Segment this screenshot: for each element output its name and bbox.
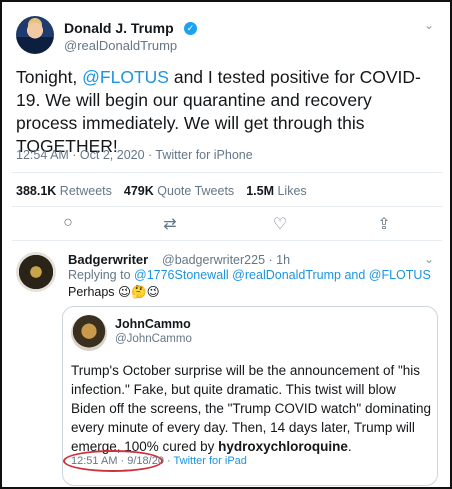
retweets-label[interactable]: Retweets — [60, 184, 112, 198]
quoted-author-handle[interactable]: @JohnCammo — [115, 333, 192, 345]
screenshot-frame: Donald J. Trump ✓ @realDonaldTrump ⌄ Ton… — [0, 0, 452, 489]
likes-label[interactable]: Likes — [277, 184, 306, 198]
like-icon[interactable]: ♡ — [270, 214, 290, 234]
mention-link[interactable]: @FLOTUS — [82, 67, 169, 87]
author-handle[interactable]: @realDonaldTrump — [64, 38, 177, 53]
tweet-actions: ○ ⇄ ♡ ⇪ — [12, 214, 442, 238]
quoted-time[interactable]: 12:51 AM · 9/18/20 · — [71, 455, 174, 467]
verified-badge-icon: ✓ — [184, 22, 197, 35]
tweet-text: Tonight, @FLOTUS and I tested positive f… — [16, 66, 436, 158]
reply-author-avatar[interactable] — [16, 252, 56, 292]
divider — [12, 172, 442, 173]
tweet-stats: 388.1K Retweets 479K Quote Tweets 1.5M Lik… — [16, 184, 307, 198]
tweet-text-part: Tonight, — [16, 67, 83, 87]
reply-tweet: Badgerwriter @badgerwriter225 · 1h ⌄ Rep… — [12, 244, 442, 487]
quoted-tweet-text: Trump's October surprise will be the ann… — [71, 361, 433, 456]
tweet-menu-chevron-down-icon[interactable]: ⌄ — [424, 18, 434, 32]
reply-author-name[interactable]: Badgerwriter — [68, 252, 148, 267]
replying-to: Replying to @1776Stonewall @realDonaldTr… — [68, 268, 431, 282]
quote-tweets-count[interactable]: 479K — [124, 184, 154, 198]
quoted-source[interactable]: Twitter for iPad — [174, 455, 247, 467]
divider — [12, 240, 442, 241]
quoted-author-name[interactable]: JohnCammo — [115, 317, 191, 331]
quoted-author-avatar[interactable] — [71, 315, 107, 351]
replying-to-mentions[interactable]: @1776Stonewall @realDonaldTrump and @FLO… — [134, 268, 431, 282]
author-avatar[interactable] — [16, 16, 54, 54]
reply-text: Perhaps 😉🤔😉 — [68, 285, 160, 299]
reply-menu-chevron-down-icon[interactable]: ⌄ — [424, 252, 434, 266]
replying-to-label: Replying to — [68, 268, 135, 282]
share-icon[interactable]: ⇪ — [374, 214, 394, 234]
quoted-tweet[interactable]: JohnCammo @JohnCammo Trump's October sur… — [62, 306, 438, 486]
quoted-tweet-timestamp[interactable]: 12:51 AM · 9/18/20 · Twitter for iPad — [71, 455, 247, 467]
quoted-text-part: . — [347, 439, 352, 454]
retweets-count[interactable]: 388.1K — [16, 184, 56, 198]
quoted-text-bold: hydroxychloroquine — [218, 439, 348, 454]
reply-author-handle[interactable]: @badgerwriter225 · 1h — [162, 253, 290, 267]
author-name[interactable]: Donald J. Trump — [64, 20, 174, 36]
quote-tweets-label[interactable]: Quote Tweets — [157, 184, 234, 198]
likes-count[interactable]: 1.5M — [246, 184, 274, 198]
divider — [12, 206, 442, 207]
reply-icon[interactable]: ○ — [58, 214, 78, 232]
tweet-timestamp[interactable]: 12:54 AM · Oct 2, 2020 · Twitter for iPh… — [16, 148, 253, 162]
retweet-icon[interactable]: ⇄ — [160, 214, 180, 234]
